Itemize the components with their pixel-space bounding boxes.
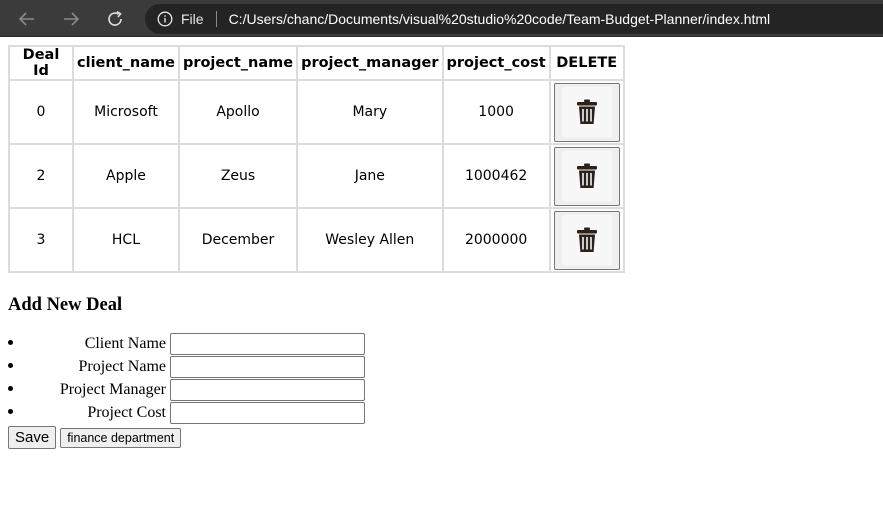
- cell-project-manager: Jane: [297, 144, 443, 208]
- header-project-name: project_name: [178, 46, 298, 80]
- cell-project-cost: 1000462: [442, 144, 550, 208]
- save-button[interactable]: Save: [8, 426, 57, 449]
- header-delete: DELETE: [549, 46, 624, 80]
- table-header-row: Deal Id client_name project_name project…: [9, 46, 624, 80]
- address-bar[interactable]: File C:/Users/chanc/Documents/visual%20s…: [145, 4, 883, 34]
- url-text[interactable]: C:/Users/chanc/Documents/visual%20studio…: [229, 11, 771, 27]
- project-manager-input[interactable]: [170, 378, 365, 401]
- file-scheme-label: File: [181, 11, 204, 27]
- arrow-right-icon: [64, 12, 80, 26]
- project-name-input[interactable]: [170, 355, 365, 378]
- trash-icon: [576, 227, 597, 252]
- cell-client-name: HCL: [73, 208, 179, 272]
- cell-delete: [549, 208, 624, 272]
- page-content: Deal Id client_name project_name project…: [8, 45, 878, 449]
- client-name-input[interactable]: [170, 332, 365, 355]
- table-row: 0 Microsoft Apollo Mary 1000: [9, 80, 624, 144]
- address-separator: [215, 11, 217, 27]
- header-project-cost: project_cost: [442, 46, 550, 80]
- form-buttons: Save finance department: [8, 426, 878, 449]
- cell-deal-id: 2: [9, 144, 73, 208]
- cell-deal-id: 0: [9, 80, 73, 144]
- finance-department-button[interactable]: finance department: [60, 427, 182, 448]
- delete-button[interactable]: [553, 146, 620, 206]
- table-row: 3 HCL December Wesley Allen 2000000: [9, 208, 624, 272]
- cell-project-name: Apollo: [178, 80, 298, 144]
- trash-icon: [576, 99, 597, 124]
- form-row-client-name: Client Name: [8, 332, 878, 355]
- cell-project-cost: 2000000: [442, 208, 550, 272]
- project-name-label: Project Name: [78, 357, 166, 375]
- form-row-project-cost: Project Cost: [8, 401, 878, 424]
- cell-client-name: Microsoft: [73, 80, 179, 144]
- table-row: 2 Apple Zeus Jane 1000462: [9, 144, 624, 208]
- project-cost-label: Project Cost: [87, 403, 166, 421]
- project-cost-input[interactable]: [170, 401, 365, 424]
- trash-icon: [576, 163, 597, 188]
- bullet: [8, 386, 13, 391]
- form-row-project-name: Project Name: [8, 355, 878, 378]
- bullet: [8, 340, 13, 345]
- cell-project-cost: 1000: [442, 80, 550, 144]
- cell-client-name: Apple: [73, 144, 179, 208]
- delete-button[interactable]: [553, 82, 620, 142]
- arrow-left-icon: [18, 12, 34, 26]
- header-project-manager: project_manager: [297, 46, 443, 80]
- browser-toolbar: File C:/Users/chanc/Documents/visual%20s…: [0, 0, 883, 37]
- reload-button[interactable]: [102, 6, 128, 32]
- add-deal-form: Client Name Project Name Project Manager…: [8, 332, 878, 424]
- delete-button[interactable]: [553, 210, 620, 270]
- bullet: [8, 409, 13, 414]
- cell-delete: [549, 144, 624, 208]
- deals-table: Deal Id client_name project_name project…: [8, 45, 625, 273]
- back-button[interactable]: [14, 6, 40, 32]
- cell-project-name: Zeus: [178, 144, 298, 208]
- header-client-name: client_name: [73, 46, 179, 80]
- cell-project-manager: Wesley Allen: [297, 208, 443, 272]
- form-row-project-manager: Project Manager: [8, 378, 878, 401]
- add-deal-heading: Add New Deal: [8, 295, 123, 315]
- project-manager-label: Project Manager: [59, 380, 166, 398]
- client-name-label: Client Name: [84, 334, 166, 352]
- info-icon[interactable]: [157, 11, 173, 27]
- forward-button[interactable]: [58, 6, 84, 32]
- cell-project-manager: Mary: [297, 80, 443, 144]
- cell-deal-id: 3: [9, 208, 73, 272]
- cell-project-name: December: [178, 208, 298, 272]
- bullet: [8, 363, 13, 368]
- reload-icon: [108, 10, 122, 26]
- cell-delete: [549, 80, 624, 144]
- header-deal-id: Deal Id: [9, 46, 73, 80]
